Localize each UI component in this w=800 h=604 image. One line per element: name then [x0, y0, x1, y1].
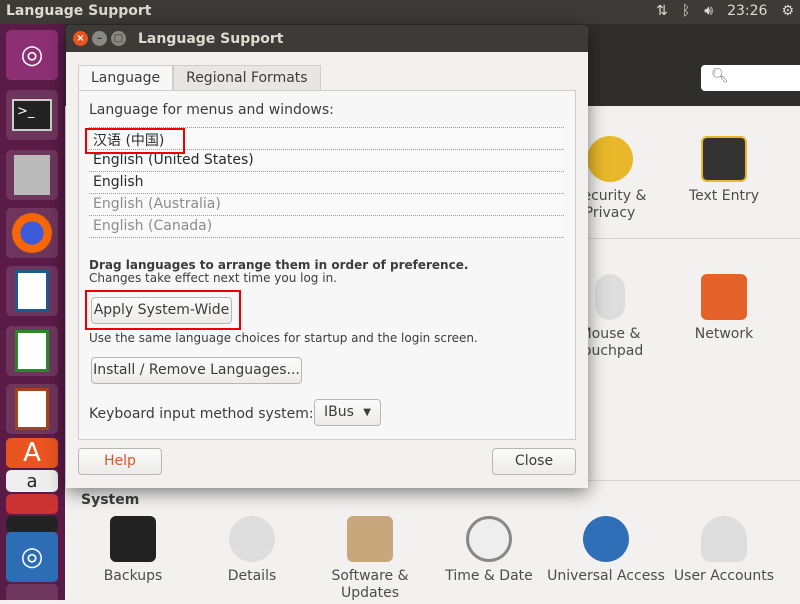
highlight-box — [85, 128, 185, 154]
backups-launcher-icon[interactable] — [6, 516, 58, 532]
item-label: Universal Access — [547, 568, 665, 584]
universal-access-item[interactable]: Universal Access — [546, 516, 666, 585]
item-label: Time & Date — [445, 568, 533, 584]
item-label: Software & Updates — [331, 568, 409, 601]
impress-icon[interactable] — [6, 384, 58, 434]
clock-icon — [466, 516, 512, 562]
list-label: Language for menus and windows: — [89, 102, 334, 118]
time-date-item[interactable]: Time & Date — [429, 516, 549, 585]
users-icon — [701, 516, 747, 562]
clock[interactable]: 23:26 — [727, 3, 767, 19]
network-item[interactable]: Network — [664, 274, 784, 343]
security-clock-icon — [587, 136, 633, 182]
ubuntu-dash-icon[interactable]: ◎ — [6, 30, 58, 80]
writer-icon[interactable] — [6, 266, 58, 316]
close-window-icon[interactable]: × — [73, 31, 88, 46]
trash-icon[interactable] — [6, 584, 58, 604]
tab-regional-formats[interactable]: Regional Formats — [173, 65, 321, 91]
power-gear-icon[interactable]: ⚙ — [781, 3, 794, 19]
gear-icon — [229, 516, 275, 562]
input-method-label: Keyboard input method system: — [89, 406, 314, 422]
list-item[interactable]: English — [89, 172, 564, 194]
list-item[interactable]: English (Australia) — [89, 194, 564, 216]
top-panel: Language Support ⇅ ᛒ 🔊︎ 23:26 ⚙ — [0, 0, 800, 24]
search-icon: 🔍︎ — [711, 68, 729, 84]
calc-icon[interactable] — [6, 326, 58, 376]
changes-hint: Changes take effect next time you log in… — [89, 271, 337, 285]
highlight-box — [85, 290, 241, 330]
list-item[interactable]: English (Canada) — [89, 216, 564, 238]
mouse-icon — [595, 274, 625, 320]
dropdown-arrow-icon: ▼ — [363, 407, 371, 418]
amazon-icon[interactable]: a — [6, 470, 58, 492]
files-icon[interactable] — [6, 150, 58, 200]
close-button[interactable]: Close — [492, 448, 576, 475]
firefox-icon[interactable] — [6, 208, 58, 258]
details-item[interactable]: Details — [192, 516, 312, 585]
volume-icon[interactable]: 🔊︎ — [704, 3, 713, 19]
settings-tools-icon[interactable] — [6, 494, 58, 514]
text-entry-item[interactable]: Text Entry — [664, 136, 784, 205]
keyboard-keys-icon — [701, 136, 747, 182]
launcher: ◎ >_ A a ◎ — [0, 24, 65, 604]
bluetooth-icon[interactable]: ᛒ — [682, 3, 690, 19]
safe-icon — [110, 516, 156, 562]
user-accounts-item[interactable]: User Accounts — [664, 516, 784, 585]
backups-item[interactable]: Backups — [73, 516, 193, 585]
input-method-select[interactable]: IBus ▼ — [314, 399, 381, 426]
maximize-icon[interactable]: □ — [111, 31, 126, 46]
package-globe-icon — [347, 516, 393, 562]
system-section-title: System — [81, 492, 140, 508]
apply-hint: Use the same language choices for startu… — [89, 331, 478, 345]
selected-value: IBus — [324, 404, 354, 420]
drag-hint: Drag languages to arrange them in order … — [89, 258, 469, 272]
language-support-dialog: × – □ Language Support Language Regional… — [66, 25, 588, 488]
help-button[interactable]: Help — [78, 448, 162, 475]
install-remove-languages-button[interactable]: Install / Remove Languages... — [91, 357, 302, 384]
item-label: User Accounts — [673, 568, 775, 584]
accessibility-icon — [583, 516, 629, 562]
dialog-titlebar[interactable]: × – □ Language Support — [66, 25, 588, 52]
network-arrows-icon[interactable]: ⇅ — [656, 3, 668, 19]
tab-language[interactable]: Language — [78, 65, 174, 92]
active-window-title: Language Support — [6, 3, 152, 19]
item-label: Backups — [103, 568, 163, 584]
system-settings-icon[interactable]: ◎ — [6, 532, 58, 582]
minimize-icon[interactable]: – — [92, 31, 107, 46]
item-label: Details — [227, 568, 277, 584]
item-label: Text Entry — [688, 188, 759, 204]
software-updates-item[interactable]: Software & Updates — [310, 516, 430, 602]
item-label: Network — [694, 326, 754, 342]
dialog-title: Language Support — [138, 31, 284, 47]
section-divider — [588, 238, 800, 239]
settings-search-input[interactable]: 🔍︎ — [701, 65, 800, 91]
language-tab-panel: Language for menus and windows: 汉语 (中国) … — [78, 90, 576, 440]
terminal-icon[interactable]: >_ — [6, 90, 58, 140]
network-folder-icon — [701, 274, 747, 320]
ubuntu-software-icon[interactable]: A — [6, 438, 58, 468]
